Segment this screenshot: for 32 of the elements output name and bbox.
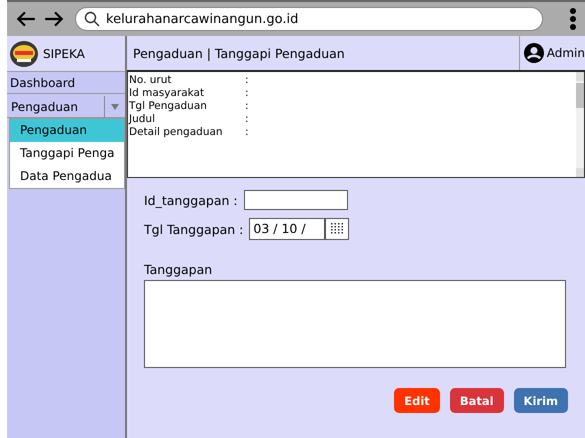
sidebar-dropdown[interactable]: Pengaduan	[7, 96, 125, 118]
field-label: Tgl Pengaduan	[129, 100, 208, 113]
user-name[interactable]: Admin	[546, 46, 585, 60]
date-field[interactable]: 03 / 10 /	[249, 218, 326, 240]
menu-item[interactable]: Pengaduan	[10, 119, 124, 142]
field-label: Tanggapan	[144, 262, 214, 277]
action-button[interactable]: Kirim	[514, 388, 568, 413]
user-icon[interactable]	[524, 43, 544, 63]
page-title: Pengaduan | Tanggapi Pengaduan	[132, 46, 345, 60]
action-button[interactable]: Batal	[450, 388, 504, 413]
scrollbar[interactable]	[576, 72, 584, 177]
app-name: SIPEKA	[43, 46, 85, 60]
field-label: Tgl Tanggapan :	[144, 222, 244, 236]
colon: :	[245, 87, 249, 100]
colon: :	[245, 74, 249, 87]
colon: :	[245, 126, 249, 139]
field-label: No. urut	[129, 74, 173, 87]
input-field[interactable]	[244, 190, 348, 210]
colon: :	[245, 100, 249, 113]
field-label: Id masyarakat	[129, 87, 206, 100]
menu-icon[interactable]	[569, 7, 577, 31]
action-button[interactable]: Edit	[394, 388, 440, 413]
calendar-button[interactable]	[325, 218, 350, 240]
text-area[interactable]	[144, 280, 566, 368]
logo-icon	[9, 38, 39, 68]
field-label: Detail pengaduan	[129, 126, 224, 139]
field-label: Id_tanggapan :	[144, 192, 238, 208]
calendar-icon	[330, 223, 344, 235]
address-bar[interactable]: kelurahanarcawinangun.go.id	[75, 7, 543, 31]
search-icon	[84, 11, 100, 27]
colon: :	[245, 113, 249, 126]
field-label: Judul	[129, 113, 156, 126]
